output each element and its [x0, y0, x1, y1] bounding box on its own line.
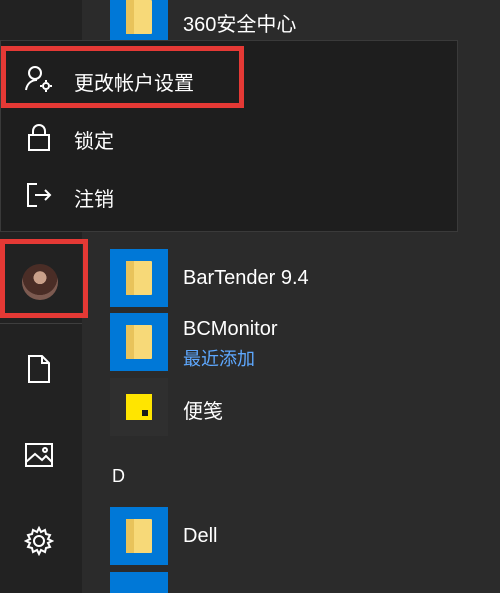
pictures-icon[interactable] [22, 438, 56, 472]
app-name-bartender[interactable]: BarTender 9.4 [183, 267, 309, 290]
app-tile-bartender[interactable] [110, 249, 168, 307]
menu-item-sign-out[interactable]: 注销 [1, 167, 457, 225]
app-name-sticky-notes[interactable]: 便笺 [183, 395, 223, 424]
sticky-notes-icon [126, 394, 152, 420]
sign-out-icon [23, 179, 55, 211]
folder-icon [126, 0, 152, 34]
menu-item-lock[interactable]: 锁定 [1, 109, 457, 167]
menu-item-label: 锁定 [74, 131, 114, 153]
app-tile-partial[interactable] [110, 572, 168, 593]
lock-icon [23, 121, 55, 153]
annotation-highlight-box [1, 46, 244, 108]
avatar [22, 264, 58, 300]
app-name-dell[interactable]: Dell [183, 525, 217, 548]
user-avatar-button[interactable] [0, 239, 88, 318]
rail-divider [0, 323, 82, 324]
app-tile-sticky-notes[interactable] [110, 378, 168, 436]
app-tile-bcmonitor[interactable] [110, 313, 168, 371]
settings-icon[interactable] [22, 524, 56, 558]
documents-icon[interactable] [22, 352, 56, 386]
recently-added-label: 最近添加 [183, 349, 255, 369]
folder-icon [126, 325, 152, 359]
section-letter-d[interactable]: D [112, 466, 125, 487]
menu-item-label: 注销 [74, 189, 114, 211]
folder-icon [126, 519, 152, 553]
app-tile-dell[interactable] [110, 507, 168, 565]
app-name-360[interactable]: 360安全中心 [183, 8, 296, 37]
folder-icon [126, 261, 152, 295]
app-name-bcmonitor[interactable]: BCMonitor [183, 318, 277, 341]
